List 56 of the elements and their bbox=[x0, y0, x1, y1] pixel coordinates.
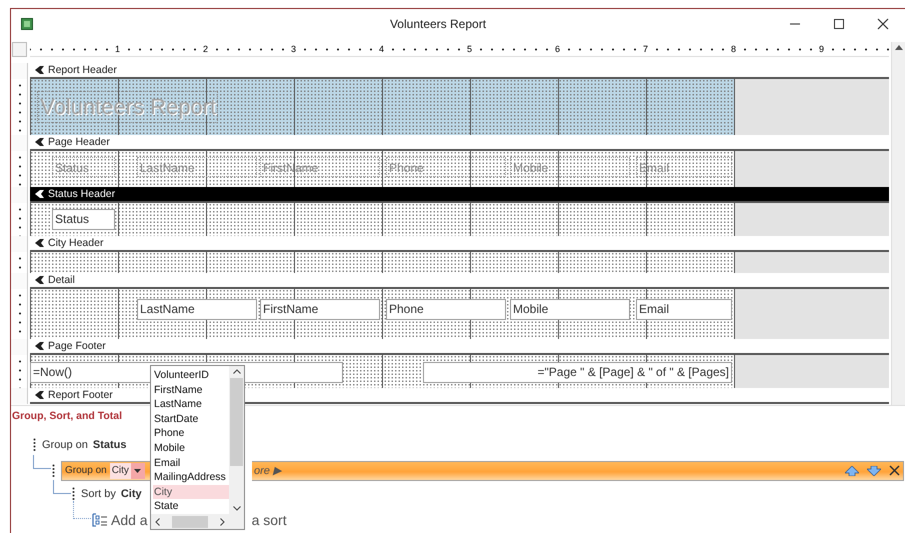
more-link[interactable]: ore ▶ bbox=[254, 464, 281, 477]
section-bar[interactable]: Detail bbox=[30, 273, 889, 289]
list-item[interactable]: VolunteerID bbox=[153, 368, 229, 383]
list-item[interactable]: MailingAddress bbox=[153, 470, 229, 485]
ruler-number: 6 bbox=[554, 44, 561, 54]
section-label: Status Header bbox=[48, 188, 116, 200]
ruler-number: 5 bbox=[466, 44, 473, 54]
ruler-number: 2 bbox=[202, 44, 209, 54]
level-prefix: Sort by bbox=[81, 488, 116, 500]
level-field: Status bbox=[92, 439, 126, 451]
section-bar[interactable]: Status Header bbox=[30, 187, 889, 203]
section-bar[interactable]: Page Header bbox=[30, 135, 889, 151]
text-box[interactable]: ="Page " & [Page] & " of " & [Pages] bbox=[423, 362, 732, 383]
window-title: Volunteers Report bbox=[388, 17, 488, 31]
list-item[interactable]: StartDate bbox=[153, 412, 229, 426]
ruler-number: 1 bbox=[114, 44, 121, 54]
section-label: City Header bbox=[48, 237, 104, 249]
list-item[interactable]: Email bbox=[153, 456, 229, 470]
field-label[interactable]: Phone bbox=[386, 157, 506, 177]
add-sort-link[interactable]: a sort bbox=[252, 512, 287, 528]
field-label[interactable]: Status bbox=[52, 157, 115, 177]
level-field: City bbox=[120, 488, 142, 500]
section-bar[interactable]: Page Footer bbox=[30, 339, 889, 355]
ruler-number: 7 bbox=[642, 44, 649, 54]
text-box[interactable]: FirstName bbox=[260, 299, 380, 320]
field-label[interactable]: Mobile bbox=[510, 157, 630, 177]
field-dropdown[interactable]: City bbox=[110, 462, 145, 478]
section-label: Report Footer bbox=[48, 389, 113, 401]
text-box[interactable]: LastName bbox=[137, 299, 257, 320]
list-item[interactable]: Mobile bbox=[153, 440, 229, 456]
section-label: Page Header bbox=[48, 136, 110, 148]
list-item[interactable]: State bbox=[153, 499, 229, 514]
section-label: Page Footer bbox=[48, 340, 106, 352]
field-value: City bbox=[110, 462, 131, 478]
ruler-number: 8 bbox=[730, 44, 737, 54]
add-group-link[interactable]: Add a bbox=[111, 512, 148, 528]
section-bar[interactable]: City Header bbox=[30, 236, 889, 252]
grouping-level[interactable]: Sort by City bbox=[81, 488, 142, 500]
text-box[interactable]: Phone bbox=[386, 299, 506, 320]
section-bar[interactable]: Report Header bbox=[30, 63, 889, 79]
section-label: Detail bbox=[48, 274, 75, 286]
ruler-number: 4 bbox=[378, 44, 385, 54]
field-dropdown-list[interactable]: VolunteerID FirstName LastName StartDate Phone Mobile Email MailingAddress City State bbox=[150, 365, 245, 530]
level-prefix: Group on bbox=[65, 465, 107, 476]
section-label: Report Header bbox=[48, 64, 117, 76]
text-box[interactable]: Email bbox=[636, 299, 732, 320]
pane-title: Group, Sort, and Total bbox=[12, 410, 122, 422]
grouping-level[interactable]: Group on Status bbox=[42, 439, 126, 451]
ruler-number: 9 bbox=[818, 44, 825, 54]
list-item[interactable]: Phone bbox=[153, 426, 229, 441]
level-prefix: Group on bbox=[42, 439, 88, 451]
text-box[interactable]: Mobile bbox=[510, 299, 630, 320]
field-label[interactable]: LastName bbox=[137, 157, 257, 177]
ruler-number: 3 bbox=[290, 44, 297, 54]
text-box[interactable]: Status bbox=[52, 209, 115, 230]
list-item[interactable]: City bbox=[153, 484, 229, 500]
